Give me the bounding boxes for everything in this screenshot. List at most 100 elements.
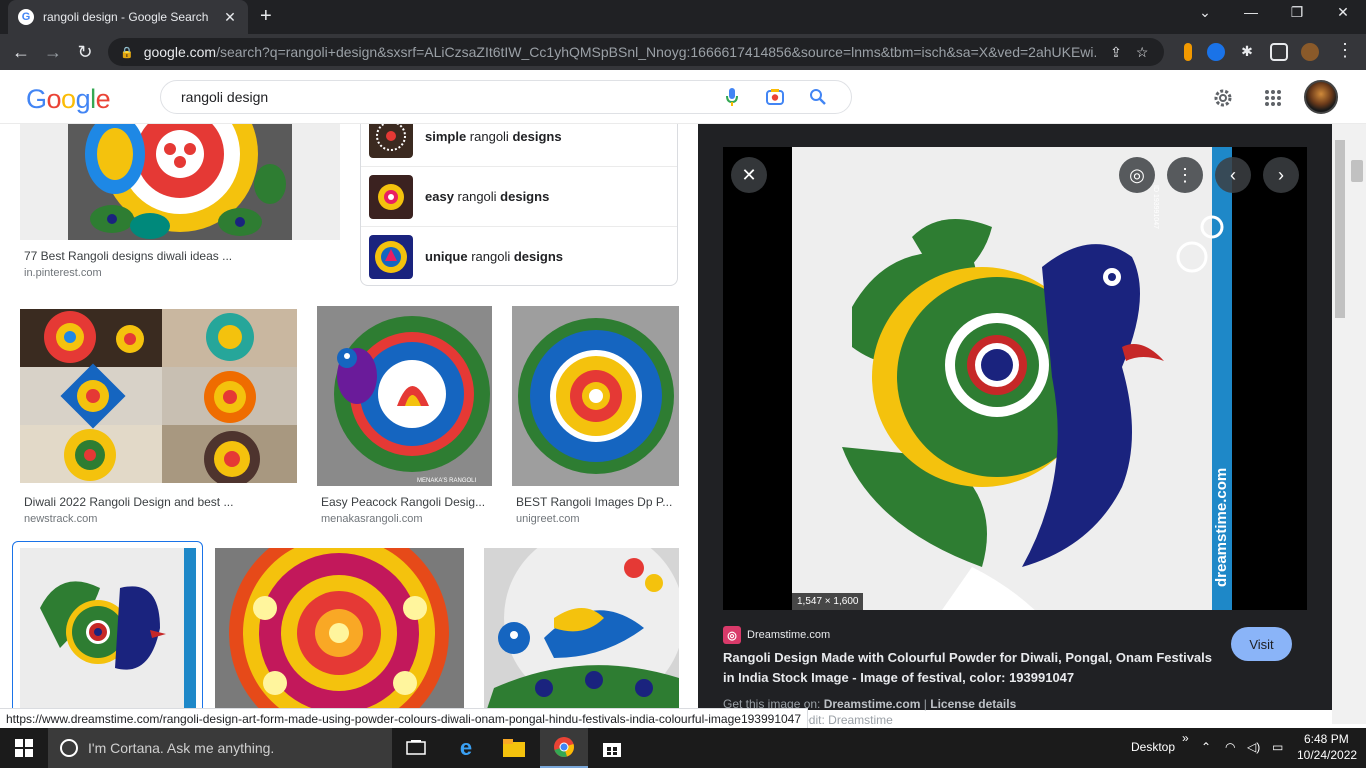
result-title[interactable]: BEST Rangoli Images Dp P... — [516, 495, 676, 509]
browser-toolbar: ← → ↻ 🔒 google.com /search?q=rangoli+des… — [0, 34, 1366, 70]
clock-date[interactable]: 10/24/2022 — [1297, 748, 1357, 762]
result-image-diya-rangoli[interactable] — [215, 548, 464, 710]
edge-browser-icon[interactable]: e — [442, 728, 490, 768]
notifications-icon[interactable]: ▭ — [1272, 740, 1283, 754]
chrome-taskbar-icon[interactable] — [540, 728, 588, 768]
result-site: newstrack.com — [24, 513, 98, 525]
extensions-puzzle-icon[interactable]: ✱ — [1238, 43, 1256, 61]
extension-blue-icon[interactable] — [1207, 43, 1225, 61]
image-watermark: MENAKA'S RANGOLI — [417, 478, 476, 484]
related-thumb — [369, 174, 413, 219]
result-title[interactable]: Easy Peacock Rangoli Desig... — [321, 495, 489, 509]
cortana-icon — [60, 739, 78, 757]
result-image-menakasrangoli[interactable]: MENAKA'S RANGOLI — [317, 306, 492, 486]
preview-source[interactable]: ◎ Dreamstime.com — [723, 626, 830, 644]
cortana-placeholder: I'm Cortana. Ask me anything. — [88, 740, 275, 756]
result-site: in.pinterest.com — [24, 267, 102, 279]
next-image-button[interactable]: › — [1263, 157, 1299, 193]
forward-button[interactable]: → — [42, 41, 64, 63]
settings-gear-icon[interactable] — [1211, 86, 1235, 110]
google-favicon-icon: G — [18, 9, 34, 25]
back-button[interactable]: ← — [10, 41, 32, 63]
result-image-peacock-feathers[interactable] — [484, 548, 679, 710]
side-panel-icon[interactable] — [1270, 43, 1288, 61]
windows-taskbar: I'm Cortana. Ask me anything. e Desktop … — [0, 728, 1366, 768]
page-scrollbar-thumb[interactable] — [1351, 160, 1363, 182]
related-search-easy[interactable]: easy rangoli designs — [361, 166, 677, 226]
wifi-icon[interactable]: ◠ — [1225, 740, 1235, 754]
image-dimensions: 1,547 × 1,600 — [792, 593, 864, 610]
previous-image-button[interactable]: ‹ — [1215, 157, 1251, 193]
profile-icon[interactable] — [1301, 43, 1319, 61]
result-site: menakasrangoli.com — [321, 513, 423, 525]
preview-title[interactable]: Rangoli Design Made with Colourful Powde… — [723, 648, 1213, 688]
search-input[interactable]: rangoli design — [160, 80, 852, 114]
close-window-button[interactable]: ✕ — [1320, 4, 1366, 21]
account-avatar[interactable] — [1304, 80, 1338, 114]
minimize-button[interactable]: — — [1228, 4, 1274, 20]
browser-tab[interactable]: G rangoli design - Google Search ✕ — [8, 0, 248, 34]
lens-search-icon[interactable]: ◎ — [1119, 157, 1155, 193]
windows-start-button[interactable] — [0, 728, 48, 768]
dreamstime-logo-icon: ◎ — [723, 626, 741, 644]
tab-close-icon[interactable]: ✕ — [222, 9, 238, 26]
cortana-search-box[interactable]: I'm Cortana. Ask me anything. — [48, 728, 392, 768]
task-view-icon[interactable] — [392, 728, 440, 768]
image-results-grid: 77 Best Rangoli designs diwali ideas ...… — [0, 124, 698, 710]
related-search-label: unique rangoli designs — [425, 249, 563, 264]
result-title[interactable]: Diwali 2022 Rangoli Design and best ... — [24, 495, 294, 509]
search-query: rangoli design — [181, 89, 269, 105]
result-title[interactable]: 77 Best Rangoli designs diwali ideas ... — [24, 249, 344, 263]
url-host: google.com — [143, 44, 217, 60]
image-preview-panel: dreamstime.com ID 193991047 ✕ ◎ ⋮ ‹ › 1,… — [698, 124, 1332, 727]
chrome-menu-icon[interactable]: ⋮ — [1334, 39, 1356, 61]
toolbar-expand-icon[interactable]: » — [1182, 731, 1189, 745]
preview-stage: dreamstime.com ID 193991047 ✕ ◎ ⋮ ‹ › 1,… — [723, 147, 1307, 610]
license-details-link[interactable]: License details — [930, 697, 1016, 711]
lock-icon: 🔒 — [120, 46, 134, 59]
bookmark-star-icon[interactable]: ☆ — [1136, 44, 1149, 61]
image-id-text: ID 193991047 — [1152, 185, 1159, 229]
google-logo[interactable]: Google — [26, 84, 111, 115]
google-lens-icon[interactable] — [765, 87, 785, 107]
extension-orange-icon[interactable] — [1184, 43, 1192, 61]
result-image-newstrack[interactable] — [20, 309, 297, 483]
clock-time[interactable]: 6:48 PM — [1304, 732, 1349, 746]
related-search-simple[interactable]: simple rangoli designs — [361, 124, 677, 166]
browser-titlebar: G rangoli design - Google Search ✕ + ⌄ —… — [0, 0, 1366, 34]
preview-scrollbar-thumb[interactable] — [1335, 140, 1345, 318]
tray-overflow-icon[interactable]: ⌃ — [1201, 740, 1211, 754]
get-image-site-link[interactable]: Dreamstime.com — [824, 697, 921, 711]
more-options-icon[interactable]: ⋮ — [1167, 157, 1203, 193]
file-explorer-icon[interactable] — [490, 728, 538, 768]
result-image-unigreet[interactable] — [512, 306, 679, 486]
store-icon[interactable] — [588, 728, 636, 768]
result-site: unigreet.com — [516, 513, 580, 525]
new-tab-button[interactable]: + — [260, 6, 272, 26]
preview-image[interactable]: dreamstime.com ID 193991047 — [792, 147, 1232, 610]
url-path: /search?q=rangoli+design&sxsrf=ALiCzsaZI… — [216, 44, 1097, 60]
search-icon[interactable] — [808, 87, 828, 107]
related-search-label: simple rangoli designs — [425, 128, 562, 144]
related-search-unique[interactable]: unique rangoli designs — [361, 226, 677, 286]
address-bar[interactable]: 🔒 google.com /search?q=rangoli+design&sx… — [108, 38, 1164, 66]
volume-icon[interactable]: ◁) — [1247, 740, 1260, 754]
microphone-icon[interactable] — [722, 87, 742, 107]
result-image-dreamstime[interactable] — [20, 548, 196, 710]
status-link-url: https://www.dreamstime.com/rangoli-desig… — [0, 708, 809, 730]
related-thumb — [369, 124, 413, 158]
google-header: Google rangoli design — [0, 70, 1366, 124]
restore-button[interactable]: ❐ — [1274, 4, 1320, 21]
dreamstime-watermark: dreamstime.com — [1213, 468, 1230, 587]
apps-grid-icon[interactable] — [1261, 86, 1285, 110]
share-icon[interactable]: ⇪ — [1110, 44, 1122, 61]
result-image-pinterest[interactable] — [20, 124, 340, 240]
related-search-label: easy rangoli designs — [425, 189, 550, 204]
visit-button[interactable]: Visit — [1231, 627, 1292, 661]
reload-button[interactable]: ↻ — [74, 41, 96, 63]
tab-title: rangoli design - Google Search — [43, 10, 209, 24]
related-thumb — [369, 234, 413, 279]
close-preview-button[interactable]: ✕ — [731, 157, 767, 193]
tab-search-icon[interactable]: ⌄ — [1182, 4, 1228, 21]
desktop-toolbar-label[interactable]: Desktop — [1131, 740, 1175, 754]
